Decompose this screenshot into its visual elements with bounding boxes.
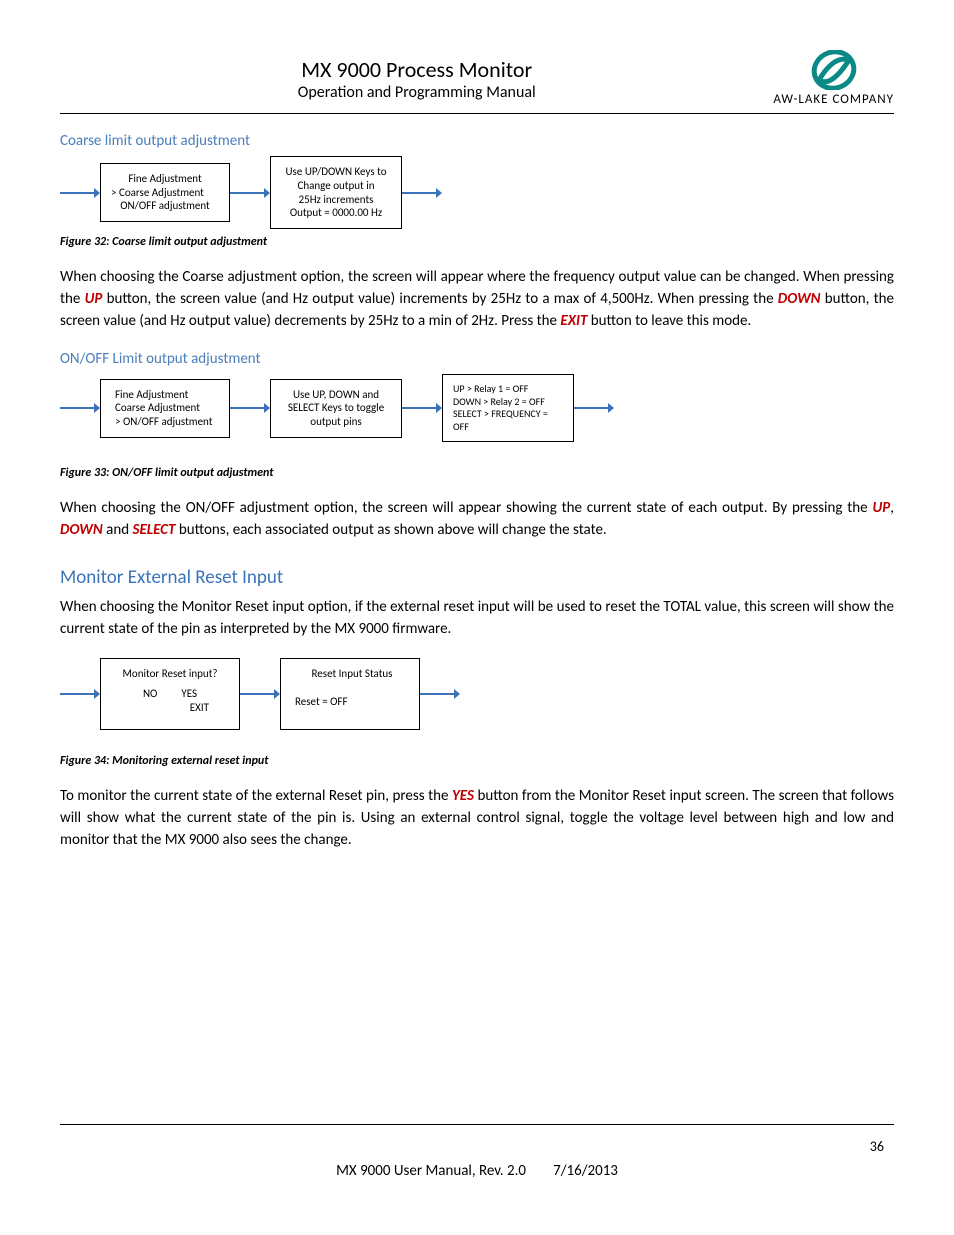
- box-line: Reset Input Status: [295, 667, 409, 681]
- flow-box: Monitor Reset input? NO YES EXIT: [100, 658, 240, 730]
- flow-box: Reset Input Status Reset = OFF: [280, 658, 420, 730]
- box-line: SELECT Keys to toggle: [281, 401, 391, 415]
- arrow-icon: [60, 687, 100, 701]
- key-up: UP: [85, 290, 103, 308]
- flow-box: Fine Adjustment > Coarse Adjustment ON/O…: [100, 163, 230, 222]
- key-yes: YES: [452, 787, 474, 805]
- box-line: Change output in: [281, 179, 391, 193]
- figure-caption: Figure 33: ON/OFF limit output adjustmen…: [60, 466, 894, 480]
- option-exit: EXIT: [111, 701, 229, 715]
- text: and: [103, 521, 133, 539]
- footer-text: MX 9000 User Manual, Rev. 2.0 7/16/2013: [0, 1162, 954, 1180]
- arrow-icon: [240, 687, 280, 701]
- flow-box: UP > Relay 1 = OFF DOWN > Relay 2 = OFF …: [442, 374, 574, 442]
- flow-fig34: Monitor Reset input? NO YES EXIT Reset I…: [60, 658, 894, 730]
- flow-fig32: Fine Adjustment > Coarse Adjustment ON/O…: [60, 156, 894, 229]
- arrow-icon: [60, 401, 100, 415]
- key-down: DOWN: [60, 521, 103, 539]
- text: button, the screen value (and Hz output …: [102, 290, 777, 308]
- option-yes: YES: [181, 687, 197, 701]
- text: button to leave this mode.: [587, 312, 751, 330]
- paragraph: When choosing the Coarse adjustment opti…: [60, 267, 894, 332]
- arrow-icon: [60, 186, 100, 200]
- figure-caption: Figure 34: Monitoring external reset inp…: [60, 754, 894, 768]
- footer-rule: [60, 1124, 894, 1125]
- key-down: DOWN: [778, 290, 821, 308]
- box-line: > ON/OFF adjustment: [115, 415, 219, 429]
- box-line: Use UP/DOWN Keys to: [281, 165, 391, 179]
- text: buttons, each associated output as shown…: [175, 521, 606, 539]
- footer-left: MX 9000 User Manual, Rev. 2.0: [336, 1162, 526, 1180]
- box-line: Use UP, DOWN and: [281, 388, 391, 402]
- arrow-icon: [574, 401, 614, 415]
- page-header: MX 9000 Process Monitor Operation and Pr…: [60, 50, 894, 114]
- flow-box: Use UP/DOWN Keys to Change output in 25H…: [270, 156, 402, 229]
- text: To monitor the current state of the exte…: [60, 787, 452, 805]
- box-line: Coarse Adjustment: [115, 401, 219, 415]
- heading-monitor: Monitor External Reset Input: [60, 566, 894, 589]
- doc-title: MX 9000 Process Monitor: [60, 56, 773, 83]
- arrow-icon: [402, 186, 442, 200]
- box-line: Output = 0000.00 Hz: [281, 206, 391, 220]
- flow-box: Fine Adjustment Coarse Adjustment > ON/O…: [100, 379, 230, 438]
- text: ,: [890, 499, 894, 517]
- footer-right: 7/16/2013: [553, 1162, 618, 1180]
- arrow-icon: [420, 687, 460, 701]
- arrow-icon: [230, 401, 270, 415]
- box-line: > Coarse Adjustment: [111, 186, 219, 200]
- figure-caption: Figure 32: Coarse limit output adjustmen…: [60, 235, 894, 249]
- paragraph: When choosing the ON/OFF adjustment opti…: [60, 498, 894, 542]
- text: When choosing the ON/OFF adjustment opti…: [60, 499, 872, 517]
- arrow-icon: [230, 186, 270, 200]
- box-line: Reset = OFF: [295, 695, 409, 709]
- box-line: output pins: [281, 415, 391, 429]
- page-number: 36: [870, 1138, 884, 1155]
- key-up: UP: [872, 499, 890, 517]
- key-exit: EXIT: [560, 312, 587, 330]
- paragraph: To monitor the current state of the exte…: [60, 786, 894, 851]
- paragraph: When choosing the Monitor Reset input op…: [60, 597, 894, 641]
- key-select: SELECT: [132, 521, 175, 539]
- box-line: ON/OFF adjustment: [111, 199, 219, 213]
- flow-box: Use UP, DOWN and SELECT Keys to toggle o…: [270, 379, 402, 438]
- swirl-logo-icon: [811, 50, 857, 90]
- box-line: 25Hz increments: [281, 193, 391, 207]
- company-name: AW-LAKE COMPANY: [773, 92, 894, 107]
- arrow-icon: [402, 401, 442, 415]
- company-logo: AW-LAKE COMPANY: [773, 50, 894, 107]
- flow-fig33: Fine Adjustment Coarse Adjustment > ON/O…: [60, 374, 894, 442]
- box-line: Monitor Reset input?: [111, 667, 229, 681]
- box-line: OFF: [453, 421, 563, 434]
- heading-onoff: ON/OFF Limit output adjustment: [60, 350, 894, 368]
- box-line: UP > Relay 1 = OFF: [453, 383, 563, 396]
- box-line: Fine Adjustment: [111, 172, 219, 186]
- heading-coarse: Coarse limit output adjustment: [60, 132, 894, 150]
- box-line: Fine Adjustment: [115, 388, 219, 402]
- box-line: SELECT > FREQUENCY =: [453, 408, 563, 421]
- doc-subtitle: Operation and Programming Manual: [60, 83, 773, 102]
- option-no: NO: [143, 687, 157, 701]
